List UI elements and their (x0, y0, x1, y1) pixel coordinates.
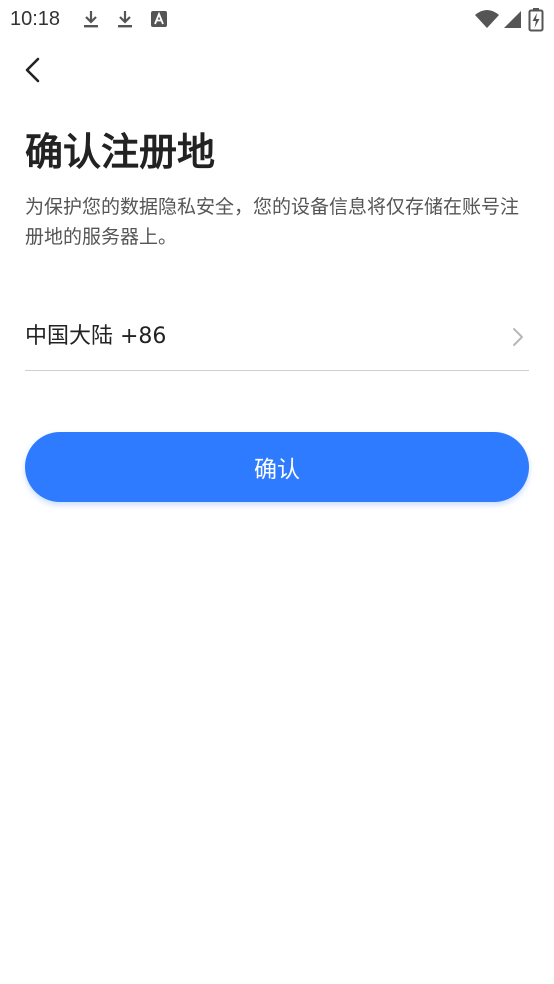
wifi-icon (474, 8, 500, 30)
confirm-button[interactable]: 确认 (25, 432, 529, 502)
chevron-right-icon (513, 328, 523, 346)
battery-charging-icon (528, 8, 544, 32)
region-selector[interactable]: 中国大陆 +86 (25, 304, 529, 371)
region-value: 中国大陆 +86 (25, 324, 167, 349)
download-icon (114, 8, 136, 30)
cellular-signal-icon (502, 8, 524, 30)
page-title: 确认注册地 (25, 130, 216, 174)
page-description: 为保护您的数据隐私安全，您的设备信息将仅存储在账号注册地的服务器上。 (25, 196, 520, 248)
font-app-icon (148, 8, 170, 30)
chevron-left-icon (25, 57, 40, 83)
status-bar: 10:18 (0, 0, 554, 38)
download-icon (80, 8, 102, 30)
back-button[interactable] (14, 50, 54, 90)
status-time: 10:18 (10, 8, 61, 30)
